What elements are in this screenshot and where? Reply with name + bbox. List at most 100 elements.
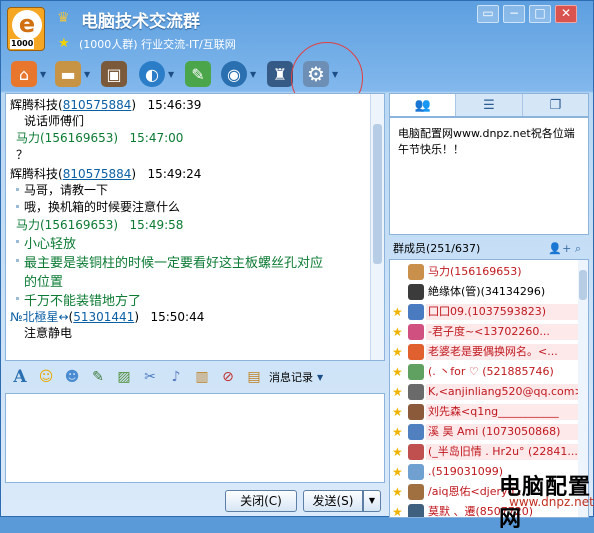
member-name: K,<anjinliang520@qq.com> (428, 385, 584, 398)
chevron-down-icon[interactable]: ▼ (317, 373, 323, 382)
message-text: 说话师傅们 (24, 114, 85, 128)
member-name: 老婆老是要偶换网名。<... (428, 345, 558, 358)
chart-icon[interactable]: ▥ (191, 366, 213, 388)
sender-name: 马力(156169653) (16, 131, 119, 145)
image-icon[interactable]: ▨ (113, 366, 135, 388)
sender-id-link[interactable]: 810575884 (63, 167, 132, 181)
add-member-icon[interactable]: 👤+ (548, 242, 571, 255)
member-row[interactable]: ★ (. 丶for ♡ (521885746) (390, 362, 578, 382)
member-name: 刘先森<q1ng___________ (428, 405, 559, 418)
message-header: №北極星↔(51301441) 15:50:44 (10, 310, 205, 324)
avatar[interactable] (408, 444, 424, 460)
tool-user[interactable]: ♜ (267, 61, 293, 87)
bullet (16, 240, 19, 243)
member-row[interactable]: ★ K,<anjinliang520@qq.com> (390, 382, 584, 402)
group-subtitle[interactable]: (1000人群) 行业交流-IT/互联网 (79, 36, 236, 52)
chevron-down-icon: ▼ (250, 69, 257, 79)
star-icon: ★ (392, 405, 403, 419)
member-name: .(519031099) (428, 465, 504, 478)
avatar[interactable] (408, 384, 424, 400)
bullet (16, 188, 19, 191)
avatar[interactable] (408, 464, 424, 480)
send-button[interactable]: 发送(S) (303, 490, 363, 512)
emoji-icon[interactable]: ☺ (35, 366, 57, 388)
star-icon: ★ (392, 425, 403, 439)
music-icon[interactable]: ♪ (165, 366, 187, 388)
avatar[interactable] (408, 424, 424, 440)
message-header: 辉腾科技(810575884) 15:49:24 (10, 167, 202, 181)
member-row[interactable]: 絶缘体(管)(34134296) (390, 282, 578, 302)
block-icon[interactable]: ⊘ (217, 366, 239, 388)
avatar[interactable] (408, 324, 424, 340)
chevron-down-icon: ▼ (84, 69, 91, 79)
avatar[interactable] (408, 304, 424, 320)
member-row[interactable]: ★ -君子度~<13702260... (390, 322, 578, 342)
message-time: 15:50:44 (150, 310, 205, 324)
skin-button[interactable]: ▭ (477, 5, 499, 23)
bullet (16, 205, 19, 208)
minimize-button[interactable]: − (503, 5, 525, 23)
scrollbar-thumb[interactable] (579, 270, 587, 300)
font-icon[interactable]: A (9, 366, 31, 388)
group-announcement: 电脑配置网www.dnpz.net祝各位端午节快乐！！ (389, 117, 589, 235)
chat-message-area[interactable]: 辉腾科技(810575884) 15:46:39 说话师傅们 马力(156169… (5, 93, 385, 361)
folder-icon: ▬ (55, 61, 81, 87)
screenshot-icon[interactable]: ✂ (139, 366, 161, 388)
member-row[interactable]: ★ 刘先森<q1ng___________ (390, 402, 578, 422)
avatar[interactable] (408, 284, 424, 300)
member-row[interactable]: 马力(156169653) (390, 262, 578, 282)
close-button[interactable]: 关闭(C) (225, 490, 297, 512)
tool-screen[interactable]: ▣ (101, 61, 127, 87)
logo-number: 1000 (10, 39, 35, 49)
send-options-button[interactable]: ▼ (363, 490, 381, 512)
members-header: 群成员(251/637) 👤+ ⌕ (389, 239, 589, 259)
tool-camera[interactable]: ◉ ▼ (221, 61, 256, 87)
scrollbar-thumb[interactable] (373, 124, 382, 264)
group-icon: 👥 (414, 97, 431, 113)
message-header: 马力(156169653) 15:47:00 (16, 129, 183, 146)
member-name: (. 丶for ♡ (521885746) (428, 365, 554, 378)
member-row[interactable]: ★ 老婆老是要偶换网名。<... (390, 342, 578, 362)
message-history-label[interactable]: 消息记录 (269, 369, 313, 385)
tab-files[interactable]: ❐ (523, 94, 588, 116)
chevron-down-icon: ▼ (168, 69, 175, 79)
star-icon: ★ (392, 465, 403, 479)
avatar[interactable] (408, 264, 424, 280)
magic-emoji-icon[interactable]: ☻ (61, 366, 83, 388)
tool-share[interactable]: ◐ ▼ (139, 61, 174, 87)
tab-members[interactable]: 👥 (390, 94, 457, 116)
sender-id-link[interactable]: 51301441 (73, 310, 134, 324)
message-text: 最主要是装铜柱的时候一定要看好这主板螺丝孔对应 (24, 256, 324, 271)
bullet (16, 259, 19, 262)
message-text: 千万不能装错地方了 (24, 294, 142, 309)
tool-notes[interactable]: ✎ (185, 61, 211, 87)
avatar[interactable] (408, 404, 424, 420)
message-time: 15:46:39 (147, 98, 202, 112)
bullet (16, 297, 19, 300)
right-tabs: 👥 ☰ ❐ (389, 93, 589, 117)
maximize-button[interactable]: □ (529, 5, 551, 23)
avatar[interactable] (408, 504, 424, 517)
tool-folder[interactable]: ▬ ▼ (55, 61, 90, 87)
message-text: ？ (16, 148, 29, 162)
message-text: 小心轻放 (24, 237, 77, 252)
avatar[interactable] (408, 364, 424, 380)
chat-scrollbar[interactable] (370, 94, 384, 360)
member-row[interactable]: ★ 囗囗09.(1037593823) (390, 302, 578, 322)
message-input[interactable] (5, 393, 385, 483)
avatar[interactable] (408, 484, 424, 500)
member-row[interactable]: ★ 溪 昊 Ami (1073050868) (390, 422, 578, 442)
message-header: 马力(156169653) 15:49:58 (16, 216, 183, 233)
scribble-icon[interactable]: ✎ (87, 366, 109, 388)
member-name: (_半岛旧情 . Hr2u° (22841... (428, 445, 578, 458)
avatar[interactable] (408, 344, 424, 360)
tool-home[interactable]: ⌂ ▼ (11, 61, 46, 87)
member-row[interactable]: ★ (_半岛旧情 . Hr2u° (22841... (390, 442, 578, 462)
search-icon[interactable]: ⌕ (575, 242, 581, 255)
close-window-button[interactable]: ✕ (555, 5, 577, 23)
history-icon[interactable]: ▤ (243, 366, 265, 388)
group-logo[interactable]: e 1000 (7, 7, 45, 51)
sender-id-link[interactable]: 810575884 (63, 98, 132, 112)
tab-bulletin[interactable]: ☰ (456, 94, 523, 116)
logo-letter: e (12, 10, 42, 40)
